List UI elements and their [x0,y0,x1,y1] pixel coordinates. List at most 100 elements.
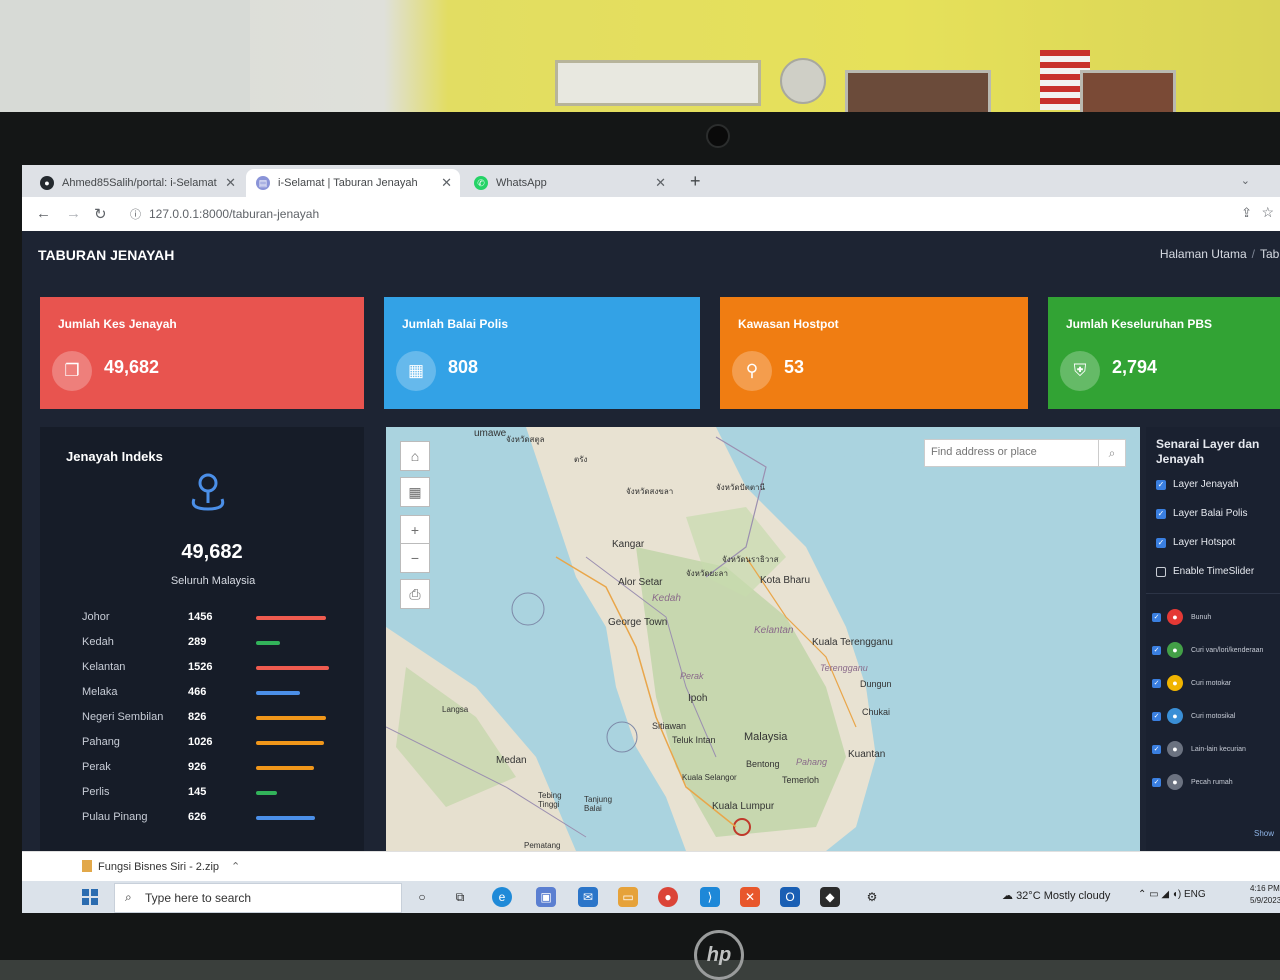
map-label: George Town [608,617,668,628]
vscode-icon[interactable]: ⟩ [700,887,720,907]
toggle-layer-jenayah[interactable]: ✓ Layer Jenayah [1156,479,1239,490]
card-label: Jumlah Balai Polis [402,317,509,331]
legend-item[interactable]: ✓ ● Curi motosikal [1152,708,1235,724]
close-icon[interactable]: ✕ [441,175,452,191]
state-bar [256,816,315,820]
legend-label: Curi motosikal [1191,712,1236,720]
state-count: 926 [188,761,207,773]
card-label: Jumlah Keseluruhan PBS [1066,317,1213,331]
map-label: Kuantan [848,749,886,760]
jenayah-indeks-panel: Jenayah Indeks 49,682 Seluruh Malaysia J… [40,427,364,851]
state-name: Pahang [82,736,120,748]
share-icon[interactable]: ⇪ [1241,205,1252,221]
state-bar [256,641,280,645]
new-tab-button[interactable]: + [690,171,701,192]
browser-tab-whatsapp[interactable]: ✆ WhatsApp ✕ [464,169,674,197]
search-icon[interactable]: ⌕ [1098,440,1125,466]
bookmark-star-icon[interactable]: ☆ [1261,204,1274,221]
stat-card-kes-jenayah: Jumlah Kes Jenayah ❐ 49,682 [40,297,364,409]
state-name: Kedah [82,636,114,648]
chevron-down-icon[interactable]: ⌄ [1241,174,1250,187]
target-icon: ● [1167,609,1183,625]
reload-button[interactable]: ↻ [94,205,107,223]
legend-item[interactable]: ✓ ● Curi van/lori/kenderaan [1152,642,1263,658]
legend-label: Pecah rumah [1191,778,1233,786]
toggle-layer-balai-polis[interactable]: ✓ Layer Balai Polis [1156,508,1247,519]
map-label: Teluk Intan [672,735,716,745]
car-icon: ● [1167,675,1183,691]
back-button[interactable]: ← [36,205,51,222]
file-explorer-icon[interactable]: ▭ [618,887,638,907]
toggle-layer-hotspot[interactable]: ✓ Layer Hotspot [1156,537,1235,548]
close-icon[interactable]: ✕ [655,175,666,191]
legend-item[interactable]: ✓ ● Curi motokar [1152,675,1231,691]
stat-card-pbs: Jumlah Keseluruhan PBS ⛨ 2,794 [1048,297,1280,409]
checkbox[interactable]: ✓ [1152,612,1161,622]
map-label: Tanjung Balai [584,795,613,813]
cortana-icon[interactable]: ○ [412,887,432,907]
clock[interactable]: 4:16 PM 5/9/2023 [1250,883,1280,907]
chevron-up-icon[interactable]: ⌃ [231,861,240,873]
checkbox[interactable]: ✓ [1156,508,1166,519]
checkbox[interactable]: ✓ [1152,744,1161,754]
weather-widget[interactable]: ☁ 32°C Mostly cloudy [1002,889,1110,902]
browser-tab-github[interactable]: ● Ahmed85Salih/portal: i-Selamat ✕ [30,169,244,197]
windows-start-icon[interactable] [82,889,98,905]
map-label: จังหวัดสงขลา [626,487,674,496]
home-icon[interactable]: ⌂ [400,441,430,471]
panel-title: Jenayah Indeks [66,449,163,464]
legend-label: Lain-lain kecurian [1191,745,1246,753]
mail-icon[interactable]: ✉ [578,887,598,907]
legend-item[interactable]: ✓ ● Bunuh [1152,609,1211,625]
checkbox[interactable]: ✓ [1152,711,1161,721]
map-label: Perak [680,671,704,681]
close-icon[interactable]: ✕ [225,175,236,191]
show-link[interactable]: Show [1254,829,1274,838]
forward-button[interactable]: → [66,205,81,222]
screen: ● Ahmed85Salih/portal: i-Selamat ✕ ▤ i-S… [22,165,1280,913]
chrome-icon[interactable]: ● [658,887,678,907]
settings-gear-icon[interactable]: ⚙ [862,887,882,907]
checkbox[interactable]: ✓ [1152,777,1161,787]
map-label: จังหวัดปัตตานี [716,483,765,492]
checkbox[interactable] [1156,566,1166,577]
store-icon[interactable]: ▣ [536,887,556,907]
map-label: umawe [474,428,507,439]
map-label: Medan [496,755,527,766]
taskbar-search[interactable]: ⌕ Type here to search [114,883,402,913]
language-indicator: ENG [1184,889,1206,900]
zoom-in-button[interactable]: + [400,515,430,545]
xampp-icon[interactable]: ✕ [740,887,760,907]
toggle-timeslider[interactable]: Enable TimeSlider [1156,566,1254,577]
app-icon[interactable]: ◆ [820,887,840,907]
map-label: Langsa [442,705,469,714]
state-row: Melaka 466 [82,686,362,706]
toggle-label: Layer Balai Polis [1173,508,1248,519]
system-tray[interactable]: ⌃ ▭ ◢ ◖) ENG [1138,889,1206,900]
checkbox[interactable]: ✓ [1152,645,1161,655]
task-view-icon[interactable]: ⧉ [450,887,470,907]
map-search-input[interactable] [925,440,1097,464]
checkbox[interactable]: ✓ [1152,678,1161,688]
card-value: 53 [784,357,805,377]
breadcrumb: Halaman Utama / Tabu [1160,247,1280,261]
download-item[interactable]: Fungsi Bisnes Siri - 2.zip ⌃ [82,860,240,873]
checkbox[interactable]: ✓ [1156,479,1166,490]
edge-icon[interactable]: e [492,887,512,907]
basemap-gallery-icon[interactable]: ▦ [400,477,430,507]
checkbox[interactable]: ✓ [1156,537,1166,548]
zoom-out-button[interactable]: − [400,543,430,573]
legend-item[interactable]: ✓ ● Pecah rumah [1152,774,1233,790]
state-bar [256,616,326,620]
legend-item[interactable]: ✓ ● Lain-lain kecurian [1152,741,1246,757]
url-field[interactable]: ⓘ 127.0.0.1:8000/taburan-jenayah [130,206,319,222]
map-label: Terengganu [820,663,868,673]
print-icon[interactable]: ⎙ [400,579,430,609]
taskbar-search-placeholder: Type here to search [145,891,252,905]
state-bar [256,741,324,745]
browser-tab-iselamat[interactable]: ▤ i-Selamat | Taburan Jenayah ✕ [246,169,460,197]
breadcrumb-home[interactable]: Halaman Utama [1160,247,1247,261]
crime-map[interactable]: ⌂ ▦ + − ⎙ ⌕ umawe จังหวัดสตูล ตรัง จังหว… [386,427,1140,851]
tab-title: Ahmed85Salih/portal: i-Selamat [62,177,217,189]
outlook-icon[interactable]: O [780,887,800,907]
